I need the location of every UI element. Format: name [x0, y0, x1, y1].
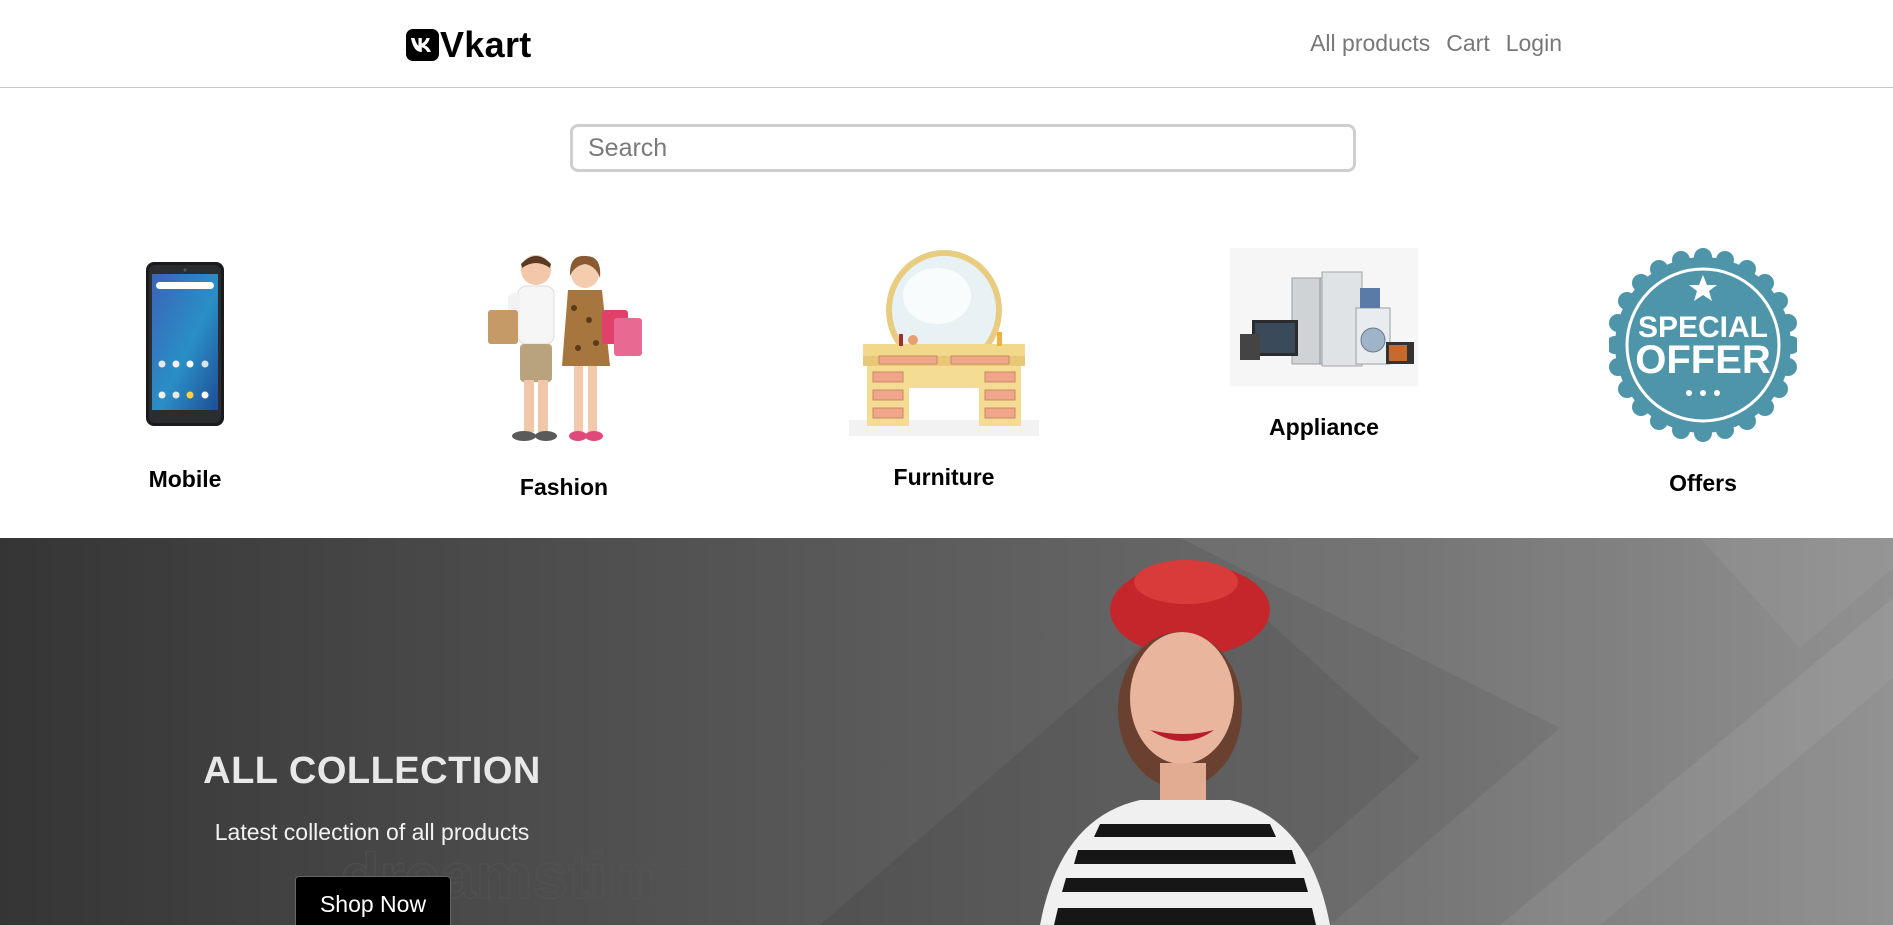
category-mobile[interactable]: Mobile [135, 258, 235, 498]
nav-all-products-link[interactable]: All products [1310, 30, 1430, 57]
category-label-mobile: Mobile [148, 466, 222, 492]
nav-cart-link[interactable]: Cart [1446, 30, 1489, 57]
vk-logo-icon [406, 29, 439, 61]
category-label-fashion: Fashion [519, 474, 609, 500]
search-input[interactable] [570, 124, 1356, 172]
category-offers[interactable]: SPECIAL OFFER Offers [1609, 248, 1797, 498]
navbar: Vkart All products Cart Login [0, 0, 1893, 88]
banner-subtitle: Latest collection of all products [214, 819, 530, 845]
appliances-image [1230, 248, 1418, 386]
hero-banner: dreamstime ALL COLLECTION Latest collect… [0, 538, 1893, 925]
brand-name: Vkart [440, 24, 532, 65]
banner-background-art: dreamstime [340, 538, 1893, 925]
category-label-furniture: Furniture [893, 464, 995, 490]
banner-text-block: ALL COLLECTION Latest collection of all … [178, 750, 566, 846]
category-label-appliance: Appliance [1269, 414, 1379, 440]
category-fashion[interactable]: Fashion [470, 248, 658, 503]
shop-now-button[interactable]: Shop Now [295, 876, 451, 925]
category-label-offers: Offers [1669, 470, 1737, 496]
nav-login-link[interactable]: Login [1506, 30, 1562, 57]
category-furniture[interactable]: Furniture [849, 248, 1039, 493]
mobile-phone-image [146, 262, 224, 426]
banner-title: ALL COLLECTION [203, 750, 541, 792]
brand-logo-link[interactable]: Vkart [406, 24, 532, 66]
category-appliance[interactable]: Appliance [1230, 248, 1418, 448]
offer-badge-line2: OFFER [1635, 338, 1771, 382]
fashion-kids-image [488, 255, 642, 441]
dressing-table-image [849, 250, 1039, 436]
special-offer-badge-image: SPECIAL OFFER [1609, 248, 1797, 442]
nav-links: All products Cart Login [1310, 30, 1562, 57]
